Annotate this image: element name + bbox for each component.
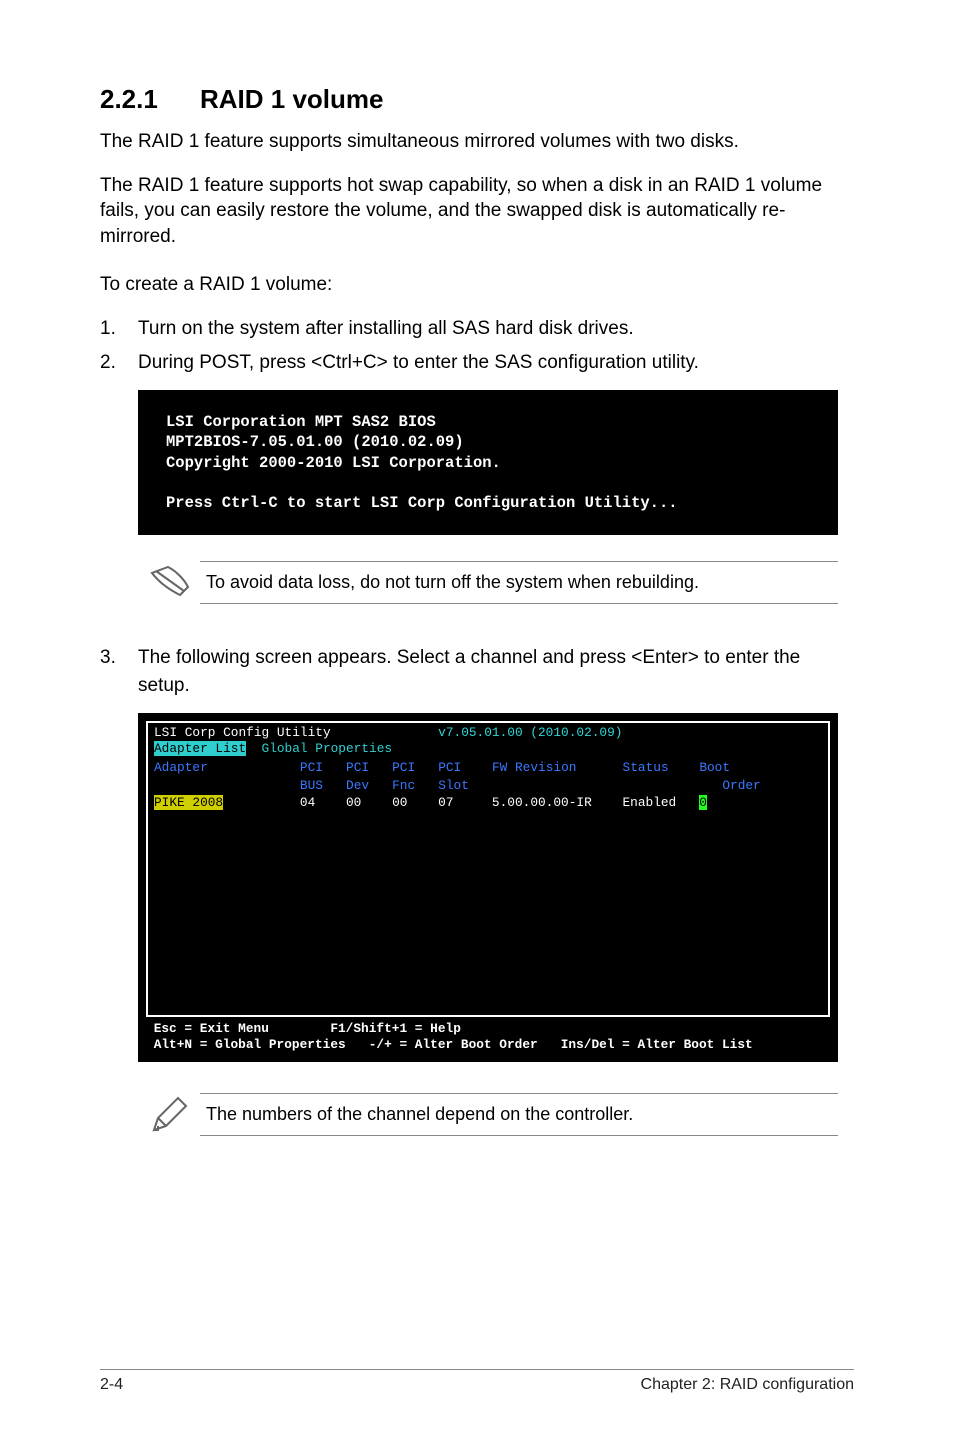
note-text: To avoid data loss, do not turn off the … xyxy=(200,561,838,604)
list-number: 3. xyxy=(100,644,138,699)
cell: 07 xyxy=(438,795,453,810)
bios-column-headers-2: BUS Dev Fnc Slot Order xyxy=(154,778,822,794)
bios-version: v7.05.01.00 (2010.02.09) xyxy=(438,725,622,740)
bios-hint: F1/Shift+1 = Help xyxy=(330,1021,461,1036)
cell: 00 xyxy=(346,795,361,810)
bios-hint: -/+ = Alter Boot Order xyxy=(369,1037,538,1052)
paragraph: To create a RAID 1 volume: xyxy=(100,272,854,298)
bios-title-left: LSI Corp Config Utility xyxy=(154,725,331,740)
ordered-list: 1. Turn on the system after installing a… xyxy=(100,315,854,376)
paragraph: The RAID 1 feature supports hot swap cap… xyxy=(100,173,854,250)
bios-utility-screen: LSI Corp Config Utility v7.05.01.00 (201… xyxy=(138,713,838,1062)
list-item: 2. During POST, press <Ctrl+C> to enter … xyxy=(100,349,854,377)
col: Order xyxy=(722,778,760,793)
bios-title-row: LSI Corp Config Utility v7.05.01.00 (201… xyxy=(154,725,822,741)
note-icon xyxy=(138,563,200,603)
col: Status xyxy=(623,760,669,775)
bios-column-headers: Adapter PCI PCI PCI PCI FW Revision Stat… xyxy=(154,760,822,776)
list-text: Turn on the system after installing all … xyxy=(138,315,854,343)
bios-hint: Esc = Exit Menu xyxy=(154,1021,269,1036)
bios-footer: Esc = Exit Menu F1/Shift+1 = Help Alt+N … xyxy=(146,1021,830,1054)
bios-data-row[interactable]: PIKE 2008 04 00 00 07 5.00.00.00-IR Enab… xyxy=(154,795,822,811)
paragraph: The RAID 1 feature supports simultaneous… xyxy=(100,129,854,155)
cell: Enabled xyxy=(622,795,676,810)
page-footer: 2-4 Chapter 2: RAID configuration xyxy=(100,1369,854,1394)
bios-hint: Alt+N = Global Properties xyxy=(154,1037,346,1052)
list-number: 1. xyxy=(100,315,138,343)
list-item: 3. The following screen appears. Select … xyxy=(100,644,854,699)
col: PCI xyxy=(300,760,323,775)
terminal-line: Copyright 2000-2010 LSI Corporation. xyxy=(166,454,501,472)
bios-inner: LSI Corp Config Utility v7.05.01.00 (201… xyxy=(146,721,830,1017)
list-item: 1. Turn on the system after installing a… xyxy=(100,315,854,343)
cell: 00 xyxy=(392,795,407,810)
chapter-label: Chapter 2: RAID configuration xyxy=(641,1376,854,1394)
col: FW Revision xyxy=(492,760,576,775)
list-number: 2. xyxy=(100,349,138,377)
col: Boot xyxy=(699,760,730,775)
col: Adapter xyxy=(154,760,208,775)
cell: 5.00.00.00-IR xyxy=(492,795,592,810)
ordered-list: 3. The following screen appears. Select … xyxy=(100,644,854,699)
list-text: During POST, press <Ctrl+C> to enter the… xyxy=(138,349,854,377)
bios-tab[interactable]: Global Properties xyxy=(262,741,393,756)
col: Dev xyxy=(346,778,369,793)
col: BUS xyxy=(300,778,323,793)
bios-boot-selected[interactable]: 0 xyxy=(699,795,707,810)
terminal-line: LSI Corporation MPT SAS2 BIOS xyxy=(166,413,436,431)
section-number: 2.2.1 xyxy=(100,84,200,115)
bios-tab-active[interactable]: Adapter List xyxy=(154,741,246,756)
bios-adapter-selected[interactable]: PIKE 2008 xyxy=(154,795,223,810)
note-text: The numbers of the channel depend on the… xyxy=(200,1093,838,1136)
bios-empty-area xyxy=(154,811,822,971)
col: Fnc xyxy=(392,778,415,793)
col: PCI xyxy=(392,760,415,775)
page-number: 2-4 xyxy=(100,1376,123,1394)
note-block: To avoid data loss, do not turn off the … xyxy=(138,561,838,604)
col: PCI xyxy=(346,760,369,775)
bios-tabs: Adapter List Global Properties xyxy=(154,741,822,757)
bios-hint: Ins/Del = Alter Boot List xyxy=(561,1037,753,1052)
col: PCI xyxy=(438,760,461,775)
pencil-icon xyxy=(138,1092,200,1138)
terminal-output: LSI Corporation MPT SAS2 BIOS MPT2BIOS-7… xyxy=(138,390,838,535)
col: Slot xyxy=(438,778,469,793)
terminal-line: MPT2BIOS-7.05.01.00 (2010.02.09) xyxy=(166,433,464,451)
terminal-line: Press Ctrl-C to start LSI Corp Configura… xyxy=(166,494,678,512)
cell: 04 xyxy=(300,795,315,810)
note-block: The numbers of the channel depend on the… xyxy=(138,1092,838,1138)
section-title: RAID 1 volume xyxy=(200,84,384,114)
section-heading: 2.2.1RAID 1 volume xyxy=(100,84,854,115)
list-text: The following screen appears. Select a c… xyxy=(138,644,854,699)
